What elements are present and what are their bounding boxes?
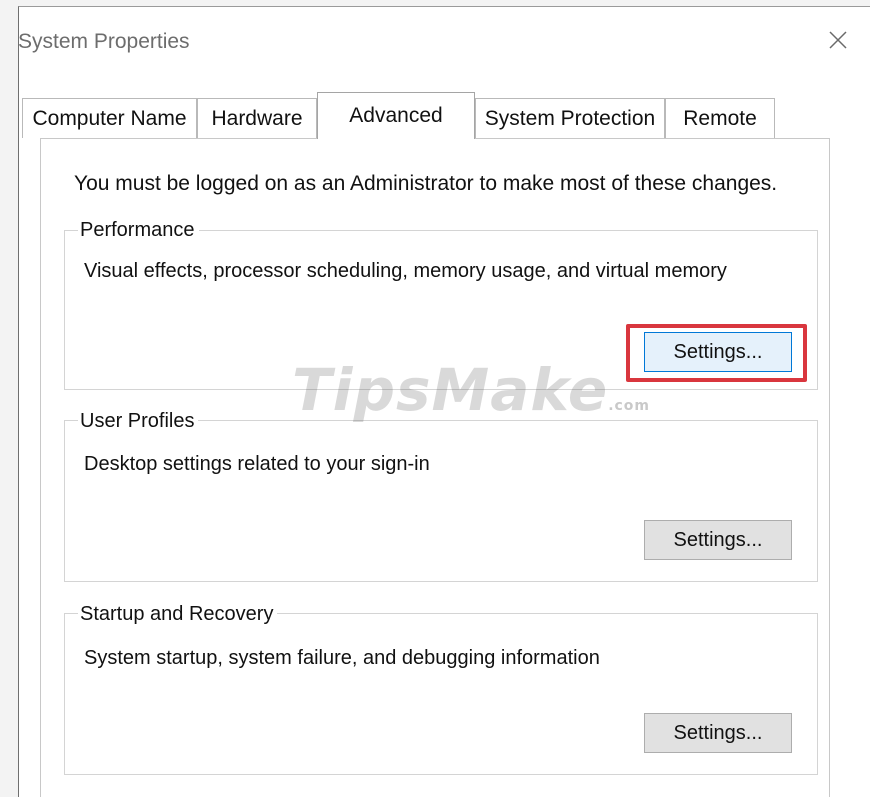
performance-description: Visual effects, processor scheduling, me… bbox=[84, 260, 727, 282]
close-button[interactable] bbox=[824, 26, 852, 54]
window-title: System Properties bbox=[18, 30, 190, 53]
tab-hardware[interactable]: Hardware bbox=[197, 98, 317, 138]
performance-group-label: Performance bbox=[78, 219, 199, 242]
watermark-suffix: .com bbox=[608, 398, 651, 414]
tab-system-protection[interactable]: System Protection bbox=[475, 98, 665, 138]
user-profiles-description: Desktop settings related to your sign-in bbox=[84, 453, 430, 475]
user-profiles-settings-button[interactable]: Settings... bbox=[644, 520, 792, 560]
watermark-brand: TipsMake bbox=[292, 356, 609, 424]
startup-recovery-description: System startup, system failure, and debu… bbox=[84, 647, 600, 669]
watermark-logo: TipsMake.com bbox=[292, 356, 650, 424]
startup-recovery-settings-button[interactable]: Settings... bbox=[644, 713, 792, 753]
highlight-box bbox=[626, 324, 807, 382]
close-icon bbox=[829, 31, 847, 49]
tab-remote[interactable]: Remote bbox=[665, 98, 775, 138]
admin-note: You must be logged on as an Administrato… bbox=[74, 172, 778, 195]
tab-computer-name[interactable]: Computer Name bbox=[22, 98, 197, 138]
tab-bar: Computer Name Hardware Advanced System P… bbox=[22, 92, 842, 139]
startup-recovery-group-label: Startup and Recovery bbox=[78, 603, 278, 626]
user-profiles-group-label: User Profiles bbox=[78, 410, 199, 433]
tab-advanced[interactable]: Advanced bbox=[317, 92, 475, 139]
